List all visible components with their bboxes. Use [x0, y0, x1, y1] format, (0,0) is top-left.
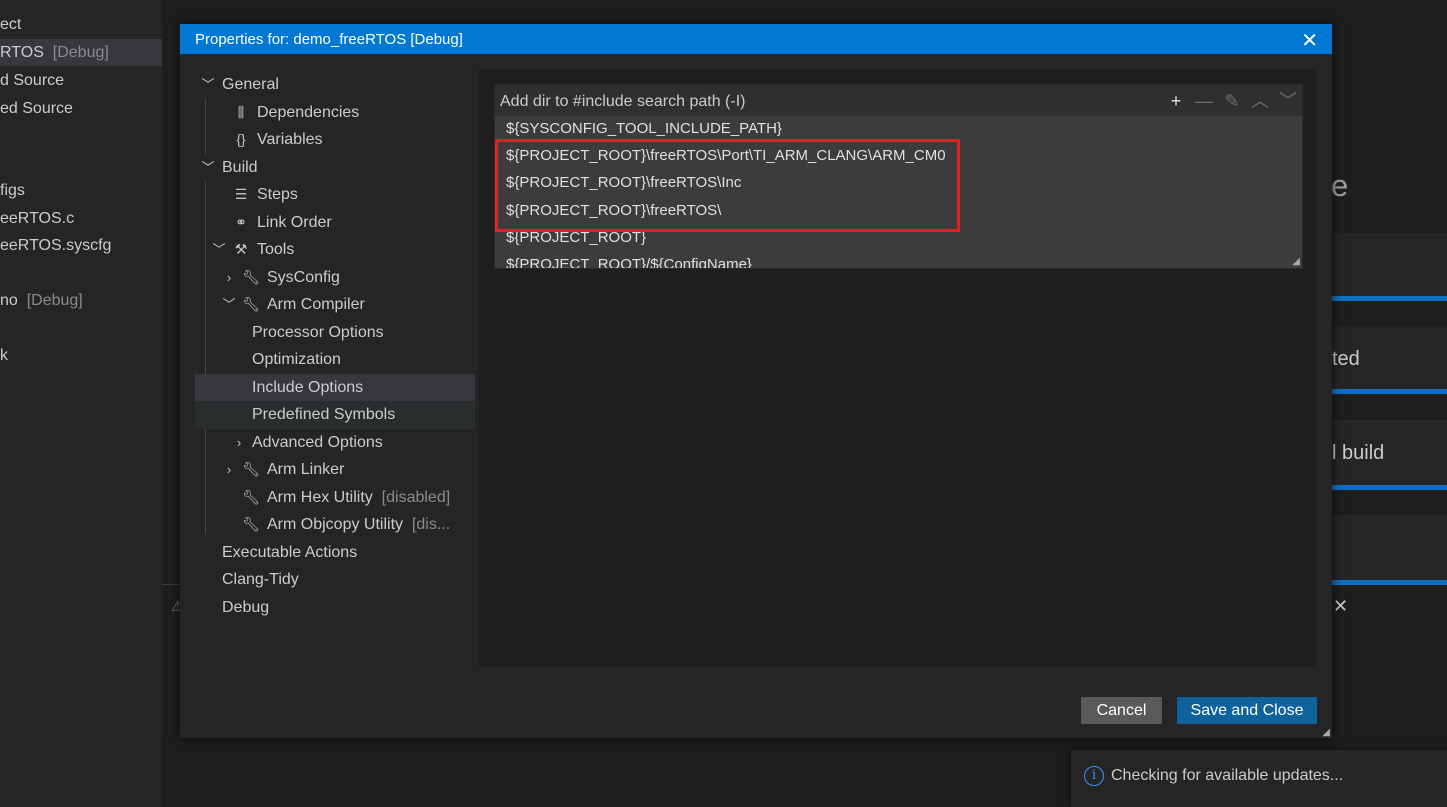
- progress-bar: [1332, 485, 1447, 490]
- progress-bar: [1332, 580, 1447, 585]
- tree-item-arm-linker[interactable]: › 🔧︎ Arm Linker: [195, 456, 475, 484]
- welcome-walkthroughs: ted l build: [1332, 0, 1447, 807]
- tree-item-steps[interactable]: ☰ Steps: [195, 181, 475, 209]
- explorer-item[interactable]: eeRTOS.c: [0, 205, 74, 232]
- tree-item-arm-hex-utility[interactable]: 🔧︎ Arm Hex Utility [disabled]: [195, 484, 475, 512]
- include-path-item[interactable]: ${PROJECT_ROOT}: [506, 224, 646, 251]
- wrench-icon: 🔧︎: [242, 488, 260, 505]
- edit-icon[interactable]: ✎: [1221, 90, 1243, 112]
- wrench-icon: 🔧︎: [242, 461, 260, 477]
- tree-item-general[interactable]: ﹀ General: [195, 71, 475, 99]
- progress-bar: [1332, 389, 1447, 394]
- braces-icon: {}: [236, 131, 246, 147]
- walkthrough-card[interactable]: ted: [1332, 326, 1447, 394]
- library-icon: ⫼: [237, 103, 245, 120]
- tree-item-debug[interactable]: Debug: [195, 594, 475, 622]
- explorer-item[interactable]: d Source: [0, 67, 64, 94]
- tree-item-advanced-options[interactable]: › Advanced Options: [195, 429, 475, 457]
- close-icon[interactable]: ✕: [1333, 596, 1348, 617]
- tree-item-variables[interactable]: {} Variables: [195, 126, 475, 154]
- cancel-button[interactable]: Cancel: [1081, 697, 1162, 724]
- explorer-item[interactable]: no [Debug]: [0, 287, 83, 314]
- tree-item-executable-actions[interactable]: Executable Actions: [195, 539, 475, 567]
- wrench-icon: 🔧︎: [242, 268, 260, 285]
- include-path-list[interactable]: Add dir to #include search path (-I) + —…: [494, 84, 1303, 269]
- notification-message: Checking for available updates...: [1111, 767, 1344, 784]
- tree-item-tools[interactable]: ﹀ ⚒ Tools: [195, 236, 475, 264]
- include-path-title: Add dir to #include search path (-I): [500, 93, 746, 110]
- dialog-title: Properties for: demo_freeRTOS [Debug]: [195, 31, 463, 48]
- explorer-item[interactable]: figs: [0, 177, 25, 204]
- tree-item-optimization[interactable]: Optimization: [195, 346, 475, 374]
- list-icon: ☰: [234, 186, 248, 202]
- explorer-item[interactable]: ect: [0, 11, 21, 38]
- info-icon: i: [1084, 766, 1104, 786]
- walkthrough-card[interactable]: [1332, 233, 1447, 301]
- tree-item-processor-options[interactable]: Processor Options: [195, 319, 475, 347]
- tree-item-link-order[interactable]: ⚭ Link Order: [195, 209, 475, 237]
- include-path-item[interactable]: ${PROJECT_ROOT}\freeRTOS\: [506, 197, 721, 224]
- walkthrough-card[interactable]: l build: [1332, 420, 1447, 490]
- chevron-down-icon: ﹀: [201, 77, 215, 92]
- include-path-item[interactable]: ${PROJECT_ROOT}\freeRTOS\Inc: [506, 169, 741, 196]
- chevron-down-icon[interactable]: ﹀: [1277, 90, 1299, 112]
- resize-grip-icon[interactable]: ◢: [1292, 256, 1300, 267]
- tree-item-clang-tidy[interactable]: Clang-Tidy: [195, 566, 475, 594]
- properties-dialog: Properties for: demo_freeRTOS [Debug] ✕ …: [180, 24, 1332, 738]
- dialog-titlebar: Properties for: demo_freeRTOS [Debug] ✕: [180, 24, 1332, 54]
- close-icon[interactable]: ✕: [1301, 28, 1318, 53]
- explorer-item[interactable]: k: [0, 342, 8, 369]
- chevron-up-icon[interactable]: ︿: [1249, 90, 1271, 112]
- include-path-item[interactable]: ${PROJECT_ROOT}/${ConfigName}: [506, 251, 752, 268]
- walkthrough-card[interactable]: [1332, 515, 1447, 585]
- explorer-item[interactable]: ed Source: [0, 95, 73, 122]
- link-icon: ⚭: [235, 213, 247, 230]
- chevron-down-icon: ﹀: [212, 242, 226, 257]
- settings-tree: ﹀ General ⫼ Dependencies {} Variables ﹀ …: [195, 71, 475, 621]
- dialog-resize-grip-icon[interactable]: ◢: [1322, 727, 1330, 738]
- tools-icon: ⚒: [234, 241, 248, 257]
- add-icon[interactable]: +: [1165, 90, 1187, 112]
- include-path-item[interactable]: ${SYSCONFIG_TOOL_INCLUDE_PATH}: [506, 115, 782, 142]
- include-path-header: Add dir to #include search path (-I) + —…: [495, 85, 1302, 116]
- progress-bar: [1332, 296, 1447, 301]
- settings-content: Add dir to #include search path (-I) + —…: [479, 69, 1317, 667]
- tree-item-predefined-symbols[interactable]: Predefined Symbols: [195, 401, 475, 429]
- tree-item-sysconfig[interactable]: › 🔧︎ SysConfig: [195, 264, 475, 292]
- tree-item-build[interactable]: ﹀ Build: [195, 154, 475, 182]
- tree-item-arm-objcopy-utility[interactable]: 🔧︎ Arm Objcopy Utility [dis...: [195, 511, 475, 539]
- explorer-item-selected[interactable]: RTOS [Debug]: [0, 39, 162, 66]
- wrench-icon: 🔧︎: [242, 296, 260, 312]
- wrench-icon: 🔧︎: [242, 516, 260, 532]
- remove-icon[interactable]: —: [1193, 90, 1215, 112]
- explorer-sidebar: ect RTOS [Debug] d Source ed Source figs…: [0, 0, 162, 807]
- tree-item-dependencies[interactable]: ⫼ Dependencies: [195, 99, 475, 127]
- chevron-down-icon: ﹀: [201, 159, 215, 175]
- tree-item-arm-compiler[interactable]: ﹀ 🔧︎ Arm Compiler: [195, 291, 475, 319]
- notification-toast: i Checking for available updates...: [1071, 750, 1447, 807]
- include-path-item[interactable]: ${PROJECT_ROOT}\freeRTOS\Port\TI_ARM_CLA…: [506, 142, 946, 169]
- save-and-close-button[interactable]: Save and Close: [1177, 697, 1317, 724]
- explorer-item[interactable]: eeRTOS.syscfg: [0, 232, 111, 259]
- chevron-down-icon: ﹀: [222, 297, 236, 312]
- chevron-right-icon: ›: [226, 269, 232, 285]
- panel-divider: [162, 584, 182, 585]
- chevron-right-icon: ›: [236, 434, 242, 450]
- chevron-right-icon: ›: [226, 462, 232, 477]
- tree-item-include-options[interactable]: Include Options: [195, 373, 475, 401]
